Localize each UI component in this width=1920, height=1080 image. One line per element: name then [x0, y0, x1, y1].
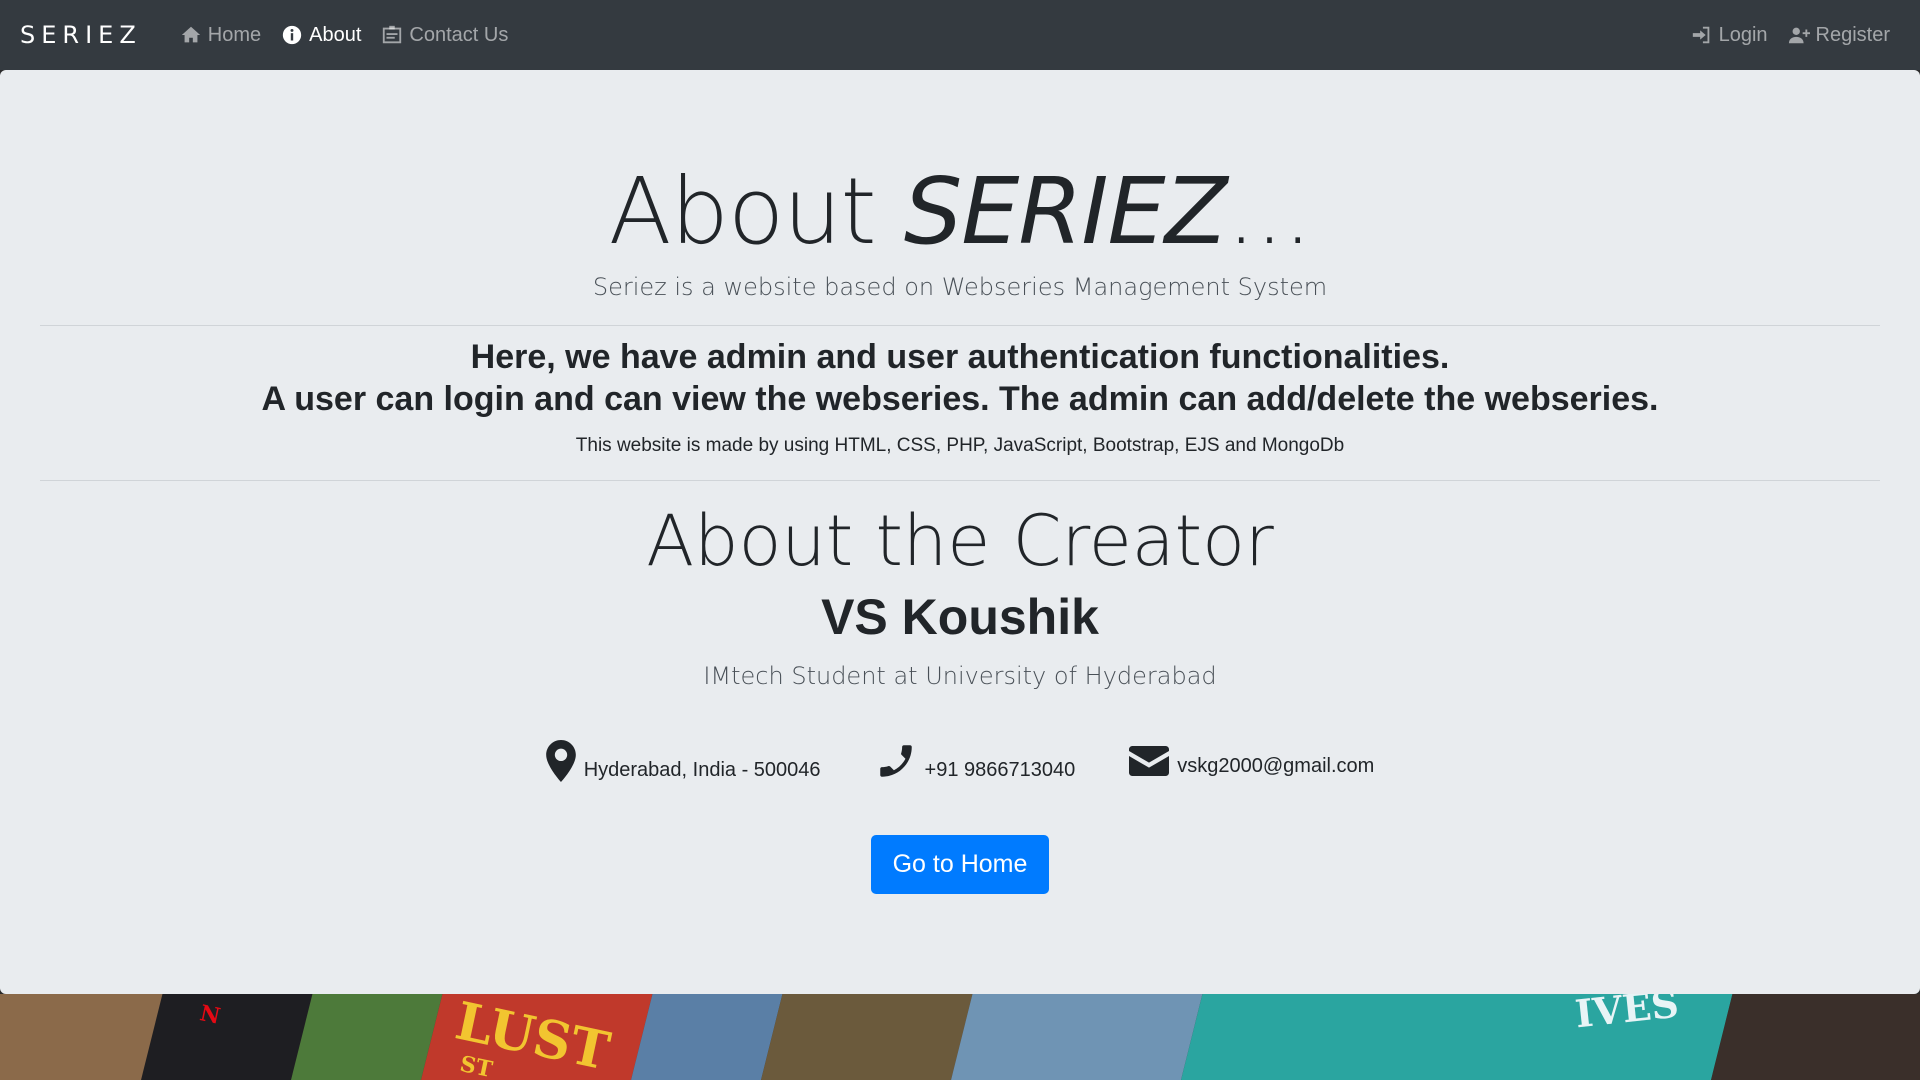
email-text: vskg2000@gmail.com	[1177, 755, 1375, 777]
poster-tile	[132, 994, 318, 1080]
phone-item: +91 9866713040	[875, 740, 1076, 782]
home-icon	[181, 26, 200, 43]
top-navbar: SERIEZ Home About Contact Us Login Regis…	[0, 0, 1920, 70]
nav-about-link[interactable]: About	[271, 24, 371, 47]
creator-heading: About the Creator	[646, 500, 1274, 582]
poster-tile	[942, 994, 1208, 1080]
info-icon	[282, 25, 302, 45]
title-brand: SERIEZ	[903, 158, 1228, 265]
poster-tile	[752, 994, 978, 1080]
map-marker-icon	[545, 740, 576, 782]
contact-info-row: Hyderabad, India - 500046 +91 9866713040…	[0, 740, 1920, 782]
creator-name: VS Koushik	[821, 589, 1099, 645]
location-text: Hyderabad, India - 500046	[583, 759, 821, 781]
divider	[40, 325, 1880, 326]
tech-stack-text: This website is made by using HTML, CSS,…	[575, 435, 1345, 456]
go-to-home-button[interactable]: Go to Home	[871, 835, 1049, 894]
nav-about-label: About	[309, 23, 362, 46]
divider	[40, 480, 1880, 481]
about-jumbotron: About SERIEZ... Seriez is a website base…	[0, 70, 1920, 994]
nav-right-group: Login Register	[1681, 24, 1900, 47]
brand-logo[interactable]: SERIEZ	[20, 21, 142, 49]
title-suffix: ...	[1226, 158, 1313, 265]
sign-in-icon	[1692, 26, 1709, 44]
nav-left-group: SERIEZ Home About Contact Us	[20, 21, 518, 49]
nav-register-link[interactable]: Register	[1778, 24, 1900, 47]
location-item: Hyderabad, India - 500046	[545, 740, 821, 782]
email-item: vskg2000@gmail.com	[1129, 744, 1374, 778]
nav-register-label: Register	[1815, 23, 1890, 46]
contact-card-icon	[383, 25, 402, 44]
envelope-icon	[1129, 746, 1170, 776]
phone-text: +91 9866713040	[924, 759, 1076, 781]
nav-contact-label: Contact Us	[409, 23, 509, 46]
nav-login-label: Login	[1718, 23, 1768, 46]
nav-home-link[interactable]: Home	[170, 24, 271, 47]
nav-contact-link[interactable]: Contact Us	[371, 24, 518, 47]
page-title: About SERIEZ...	[0, 158, 1920, 265]
phone-icon	[879, 745, 912, 777]
nav-home-label: Home	[207, 23, 262, 46]
poster-tile	[1702, 994, 1920, 1080]
poster-banner-image: LUST ST N IVES	[0, 994, 1920, 1080]
creator-role: IMtech Student at University of Hyderaba…	[703, 662, 1217, 690]
title-prefix: About	[608, 158, 904, 265]
feature-line-1: Here, we have admin and user authenticat…	[470, 338, 1450, 376]
feature-line-2: A user can login and can view the webser…	[261, 380, 1659, 418]
nav-login-link[interactable]: Login	[1681, 24, 1778, 47]
site-description: Seriez is a website based on Webseries M…	[592, 273, 1328, 301]
user-plus-icon	[1788, 27, 1810, 44]
